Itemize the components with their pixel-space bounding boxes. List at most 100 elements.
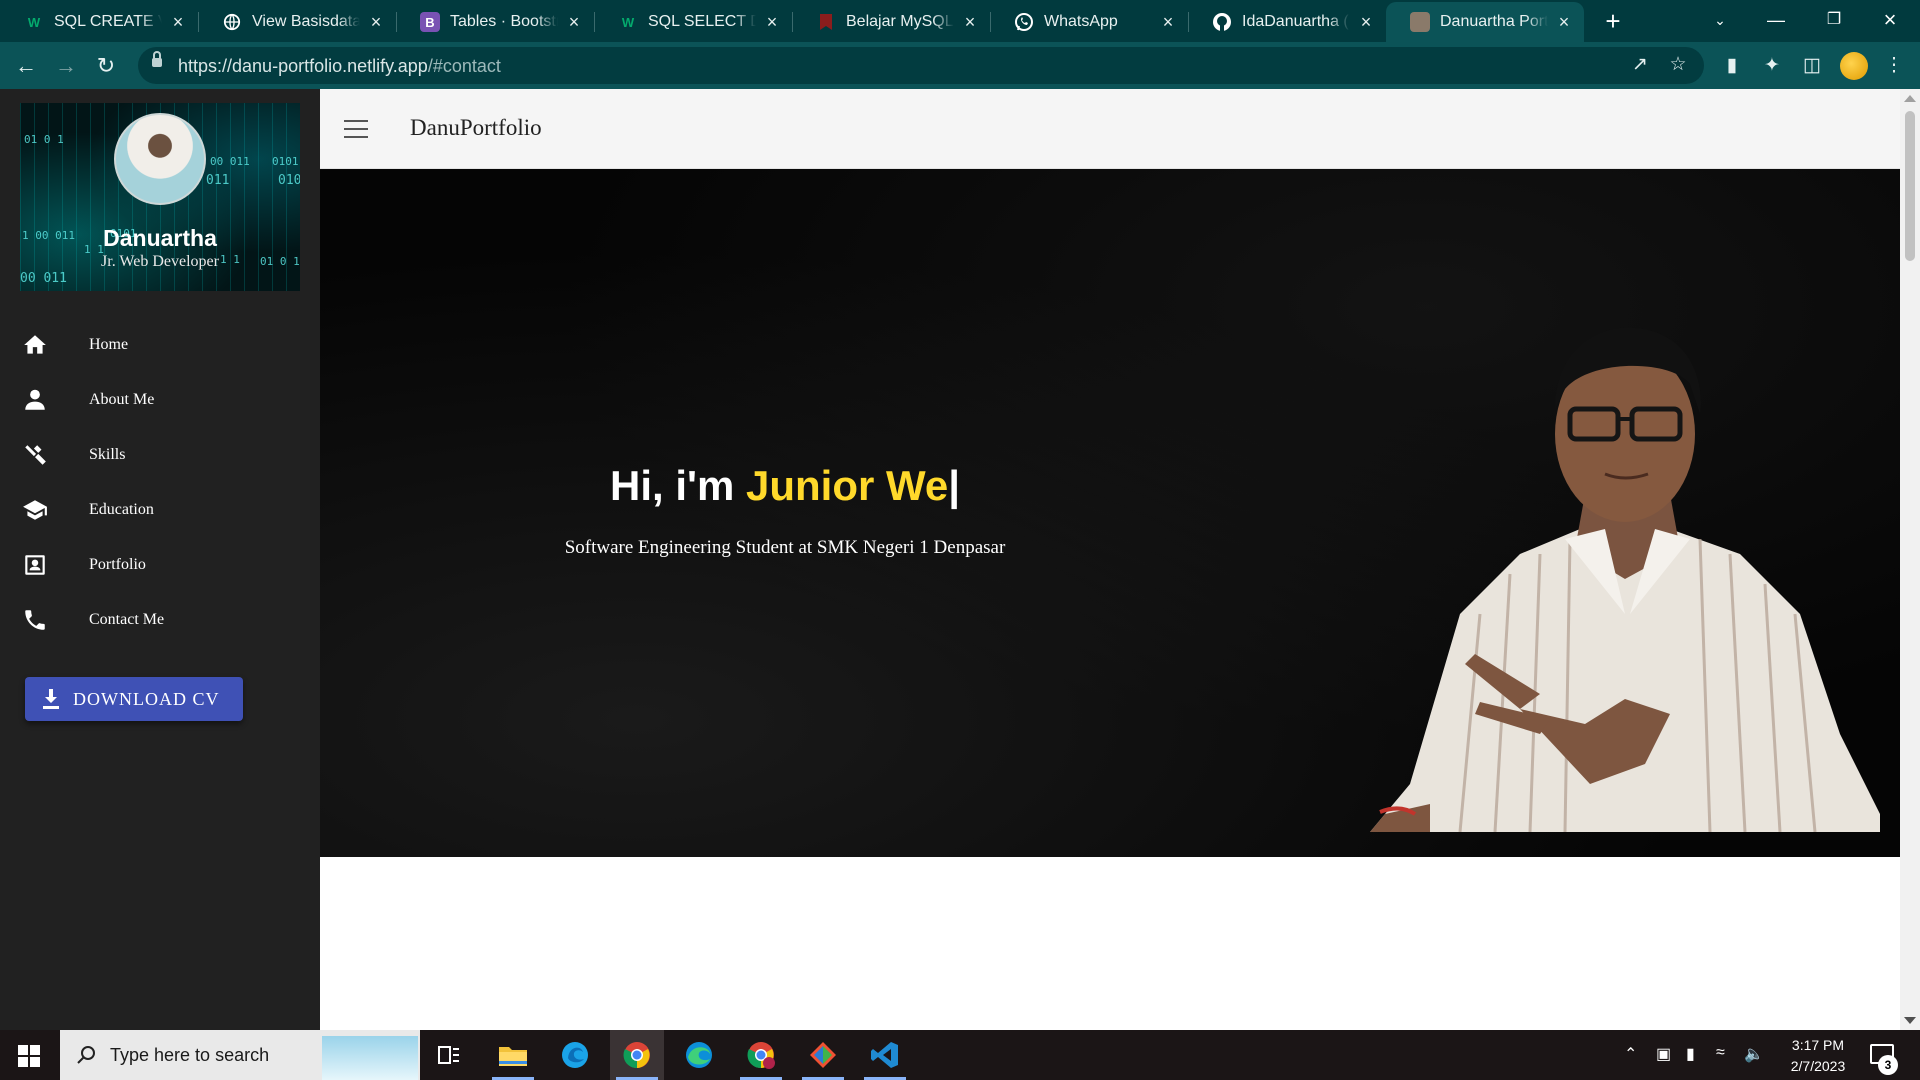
taskbar-search[interactable]: Type here to search — [60, 1030, 420, 1080]
app-bar: DanuPortfolio — [320, 89, 1900, 169]
hero-title: Hi, i'm Junior We| — [609, 462, 961, 509]
reload-button[interactable]: ↻ — [90, 50, 122, 82]
avatar — [114, 113, 206, 205]
scroll-up-icon[interactable] — [1904, 95, 1916, 102]
close-icon[interactable]: × — [1554, 12, 1574, 33]
browser-tab[interactable]: W SQL SELECT DISTINCT × — [594, 2, 793, 42]
side-panel-icon[interactable]: ◫ — [1798, 52, 1826, 80]
more-menu-icon[interactable]: ⋮ — [1880, 52, 1908, 80]
sidebar-item-label: Education — [89, 500, 154, 518]
chrome-icon[interactable] — [610, 1030, 664, 1080]
sidebar-item-home[interactable]: Home — [0, 317, 320, 372]
edge-icon[interactable] — [672, 1030, 726, 1080]
page-scrollbar[interactable] — [1900, 89, 1920, 1030]
close-window-button[interactable]: × — [1862, 0, 1918, 42]
close-icon[interactable]: × — [168, 12, 188, 33]
windows-taskbar: Type here to search ⌃ ▣ ▮ ≈ 🔈 3:17 PM 2/… — [0, 1030, 1920, 1080]
sidebar-item-about[interactable]: About Me — [0, 372, 320, 427]
scrollbar-thumb[interactable] — [1905, 111, 1915, 261]
share-icon[interactable]: ↗ — [1626, 51, 1654, 79]
address-bar[interactable]: https://danu-portfolio.netlify.app/#cont… — [138, 47, 1704, 84]
profile-photo — [1370, 327, 1880, 832]
forward-button[interactable]: → — [50, 50, 82, 82]
sidebar-item-portfolio[interactable]: Portfolio — [0, 537, 320, 592]
browser-tab-strip: W SQL CREATE VIEW × View Basisdata × B T… — [0, 0, 1920, 42]
edge-dev-icon[interactable] — [548, 1030, 602, 1080]
bookmark-star-icon[interactable]: ☆ — [1664, 51, 1692, 79]
tab-title: SQL SELECT DISTINCT — [648, 13, 756, 30]
sidebar-nav: Home About Me Skills Education Portfolio… — [0, 317, 320, 647]
puzzle-icon[interactable]: ✦ — [1758, 52, 1786, 80]
browser-tab[interactable]: View Basisdata × — [198, 2, 397, 42]
typing-cursor: | — [948, 462, 961, 509]
task-view-icon[interactable] — [422, 1030, 476, 1080]
sidebar-item-education[interactable]: Education — [0, 482, 320, 537]
browser-tab[interactable]: WhatsApp × — [990, 2, 1189, 42]
scroll-down-icon[interactable] — [1904, 1017, 1916, 1024]
w3schools-icon: W — [621, 14, 635, 30]
tab-title: SQL CREATE VIEW — [54, 13, 162, 30]
browser-tab[interactable]: IdaDanuartha (Ida Danuartha) × — [1188, 2, 1387, 42]
sidebar-item-label: Skills — [89, 445, 126, 463]
taskbar-clock[interactable]: 3:17 PM 2/7/2023 — [1768, 1035, 1868, 1077]
hero-subtitle: Software Engineering Student at SMK Nege… — [564, 537, 1006, 558]
globe-icon — [222, 12, 242, 32]
bookmark-icon — [816, 12, 836, 32]
sidebar-item-skills[interactable]: Skills — [0, 427, 320, 482]
close-icon[interactable]: × — [960, 12, 980, 33]
windows-start-icon[interactable] — [18, 1045, 40, 1067]
browser-tab[interactable]: Belajar MySQL Lanjutan × — [792, 2, 991, 42]
close-icon[interactable]: × — [1158, 12, 1178, 33]
sidebar: 01 0 1 00 011 0101 011 010 1 00 011 0101… — [0, 89, 320, 1030]
meet-now-icon[interactable]: ▣ — [1656, 1044, 1671, 1064]
volume-muted-icon[interactable]: 🔈 — [1744, 1044, 1764, 1064]
browser-tab[interactable]: B Tables · Bootstrap × — [396, 2, 595, 42]
profile-name: Danuartha — [103, 225, 217, 251]
bootstrap-icon: B — [420, 12, 440, 32]
browser-tab[interactable]: W SQL CREATE VIEW × — [0, 2, 199, 42]
hero-section: Hi, i'm Junior We| Software Engineering … — [320, 169, 1900, 857]
new-tab-button[interactable]: + — [1598, 7, 1628, 37]
typed-text: Junior We — [746, 462, 949, 509]
wifi-icon[interactable]: ≈ — [1716, 1044, 1725, 1062]
phone-icon — [25, 609, 45, 630]
tab-title: Danuartha Portfolio — [1440, 13, 1548, 30]
download-cv-button[interactable]: DOWNLOAD CV — [25, 677, 243, 721]
tab-title: Belajar MySQL Lanjutan — [846, 13, 954, 30]
sidebar-item-contact[interactable]: Contact Me — [0, 592, 320, 647]
browser-tab-active[interactable]: Danuartha Portfolio × — [1386, 2, 1584, 42]
w3schools-icon: W — [27, 14, 41, 30]
tab-search-button[interactable]: ⌄ — [1692, 0, 1748, 42]
restore-button[interactable]: ❐ — [1806, 0, 1862, 42]
browser-toolbar: ← → ↻ https://danu-portfolio.netlify.app… — [0, 42, 1920, 89]
lock-icon[interactable] — [152, 51, 162, 67]
download-cv-label: DOWNLOAD CV — [73, 688, 220, 709]
close-icon[interactable]: × — [564, 12, 584, 33]
battery-icon[interactable]: ▮ — [1686, 1044, 1695, 1064]
close-icon[interactable]: × — [366, 12, 386, 33]
download-icon — [43, 689, 59, 709]
portfolio-icon — [1410, 12, 1430, 32]
sidebar-item-label: About Me — [89, 390, 155, 408]
url-text[interactable]: https://danu-portfolio.netlify.app/#cont… — [178, 56, 501, 77]
minimize-button[interactable]: — — [1748, 0, 1804, 42]
tab-title: WhatsApp — [1044, 13, 1118, 30]
chrome-profile-icon[interactable] — [734, 1030, 788, 1080]
profile-role: Jr. Web Developer — [101, 253, 219, 270]
close-icon[interactable]: × — [1356, 12, 1376, 33]
profile-avatar[interactable] — [1840, 52, 1868, 80]
chevron-up-icon[interactable]: ⌃ — [1624, 1044, 1637, 1064]
sidebar-item-label: Contact Me — [89, 610, 165, 628]
extension-icon[interactable]: ▮ — [1718, 52, 1746, 80]
sidebar-item-label: Home — [89, 335, 129, 353]
home-icon — [24, 334, 46, 354]
vscode-icon[interactable] — [858, 1030, 912, 1080]
tab-title: Tables · Bootstrap — [450, 13, 558, 30]
brand-title[interactable]: DanuPortfolio — [410, 115, 542, 141]
search-icon — [77, 1046, 95, 1064]
menu-icon[interactable] — [344, 120, 368, 138]
close-icon[interactable]: × — [762, 12, 782, 33]
git-client-icon[interactable] — [796, 1030, 850, 1080]
back-button[interactable]: ← — [10, 50, 42, 82]
file-explorer-icon[interactable] — [486, 1030, 540, 1080]
